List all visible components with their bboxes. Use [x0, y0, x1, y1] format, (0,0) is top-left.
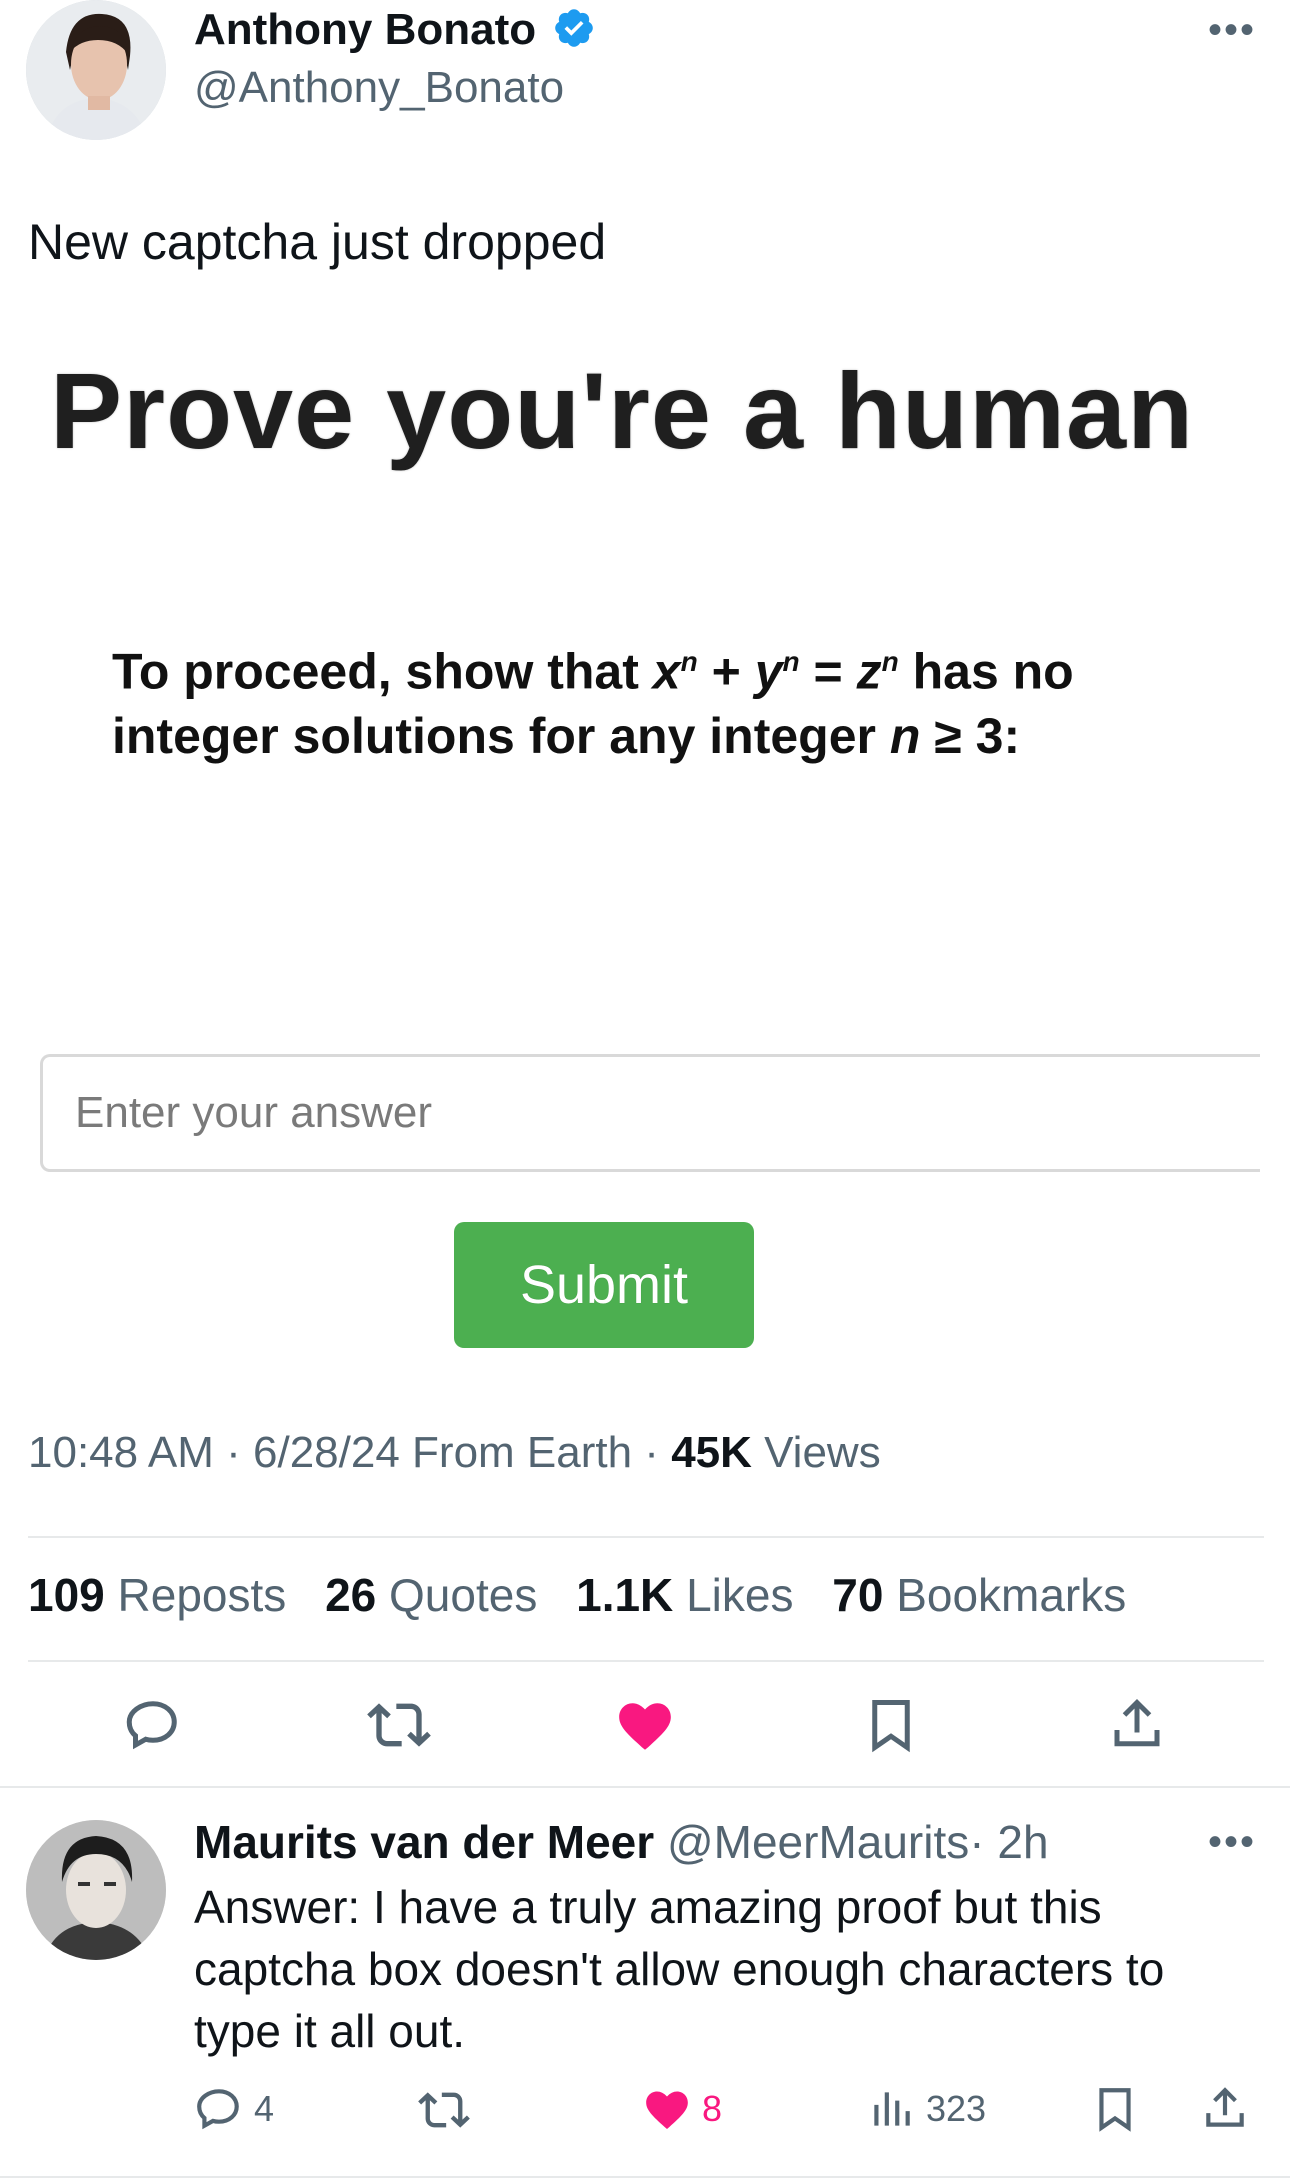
captcha-submit-button[interactable]: Submit — [454, 1222, 754, 1348]
reply-more-options-icon[interactable]: ••• — [1208, 1820, 1256, 1865]
heart-icon — [619, 1703, 671, 1750]
divider — [0, 2176, 1290, 2178]
captcha-answer-field[interactable] — [40, 1054, 1260, 1172]
quotes-label: Quotes — [389, 1569, 538, 1621]
post-timestamp[interactable]: 10:48 AM · 6/28/24 From Earth · — [28, 1428, 671, 1477]
likes-stat[interactable]: 1.1K Likes — [576, 1568, 793, 1622]
likes-label: Likes — [686, 1569, 794, 1621]
post-stats: 109 Reposts 26 Quotes 1.1K Likes 70 Book… — [28, 1568, 1152, 1622]
captcha-instruction-part2: has no — [898, 643, 1074, 700]
reply-bookmark-button[interactable] — [1090, 2084, 1140, 2134]
reply-share-button[interactable] — [1200, 2084, 1250, 2134]
like-button[interactable] — [610, 1690, 680, 1760]
verified-badge-icon — [552, 6, 596, 62]
reply-author-handle[interactable]: @MeerMaurits — [667, 1816, 969, 1868]
reposts-label: Reposts — [117, 1569, 287, 1621]
author-handle[interactable]: @Anthony_Bonato — [194, 62, 564, 114]
reply-text: Answer: I have a truly amazing proof but… — [194, 1881, 1165, 2057]
likes-count: 1.1K — [576, 1569, 674, 1621]
views-count: 45K — [671, 1428, 752, 1477]
reply-likes-count: 8 — [702, 2088, 723, 2129]
share-upload-icon — [1206, 2087, 1244, 2127]
share-button[interactable] — [1102, 1690, 1172, 1760]
bookmark-button[interactable] — [856, 1690, 926, 1760]
post-text: New captcha just dropped — [28, 214, 607, 270]
bookmark-icon — [1099, 2088, 1131, 2132]
divider — [0, 1786, 1290, 1788]
repost-arrows-icon — [367, 1703, 431, 1747]
bookmarks-label: Bookmarks — [896, 1569, 1127, 1621]
captcha-instruction-line2a: integer solutions for any integer — [112, 707, 890, 764]
heart-icon — [646, 2091, 688, 2129]
bookmark-icon — [872, 1700, 910, 1753]
captcha-instruction: To proceed, show that xn + yn = zn has n… — [112, 643, 1074, 764]
reply-button[interactable] — [118, 1690, 188, 1760]
divider — [28, 1536, 1264, 1538]
captcha-title: Prove you're a human — [50, 350, 1195, 471]
reply-like-button[interactable]: 8 — [642, 2084, 722, 2134]
bookmarks-stat[interactable]: 70 Bookmarks — [832, 1568, 1126, 1622]
repost-button[interactable] — [364, 1690, 434, 1760]
repost-arrows-icon — [418, 2092, 470, 2128]
reposts-count: 109 — [28, 1569, 105, 1621]
reply-views-button[interactable]: 323 — [866, 2084, 986, 2134]
views-label: Views — [751, 1428, 881, 1477]
reply-author-name[interactable]: Maurits van der Meer — [194, 1816, 654, 1868]
divider — [28, 1660, 1264, 1662]
reposts-stat[interactable]: 109 Reposts — [28, 1568, 286, 1622]
captcha-answer-input[interactable] — [43, 1057, 1257, 1169]
reply-repost-button[interactable] — [418, 2084, 470, 2136]
share-upload-icon — [1114, 1698, 1160, 1747]
speech-bubble-icon — [197, 2089, 239, 2130]
captcha-instruction-line2b: ≥ 3: — [920, 707, 1021, 764]
reply-header: Maurits van der Meer @MeerMaurits· 2h — [194, 1814, 1049, 1870]
quotes-count: 26 — [325, 1569, 377, 1621]
bar-chart-icon — [874, 2092, 910, 2126]
captcha-image: Prove you're a human To proceed, show th… — [28, 330, 1262, 1370]
bookmarks-count: 70 — [832, 1569, 884, 1621]
reply-reply-button[interactable]: 4 — [194, 2084, 274, 2134]
captcha-instruction-part1: To proceed, show that — [112, 643, 653, 700]
author-name-text[interactable]: Anthony Bonato — [194, 5, 536, 54]
reply-author-avatar[interactable] — [26, 1820, 166, 1960]
reply-replies-count: 4 — [254, 2088, 275, 2129]
author-name[interactable]: Anthony Bonato — [194, 4, 596, 62]
reply-views-count: 323 — [926, 2088, 987, 2129]
quotes-stat[interactable]: 26 Quotes — [325, 1568, 537, 1622]
speech-bubble-icon — [126, 1701, 177, 1750]
post-meta: 10:48 AM · 6/28/24 From Earth · 45K View… — [28, 1428, 881, 1478]
author-avatar[interactable] — [26, 0, 166, 140]
more-options-icon[interactable]: ••• — [1208, 8, 1256, 53]
reply-time[interactable]: · 2h — [969, 1816, 1048, 1868]
